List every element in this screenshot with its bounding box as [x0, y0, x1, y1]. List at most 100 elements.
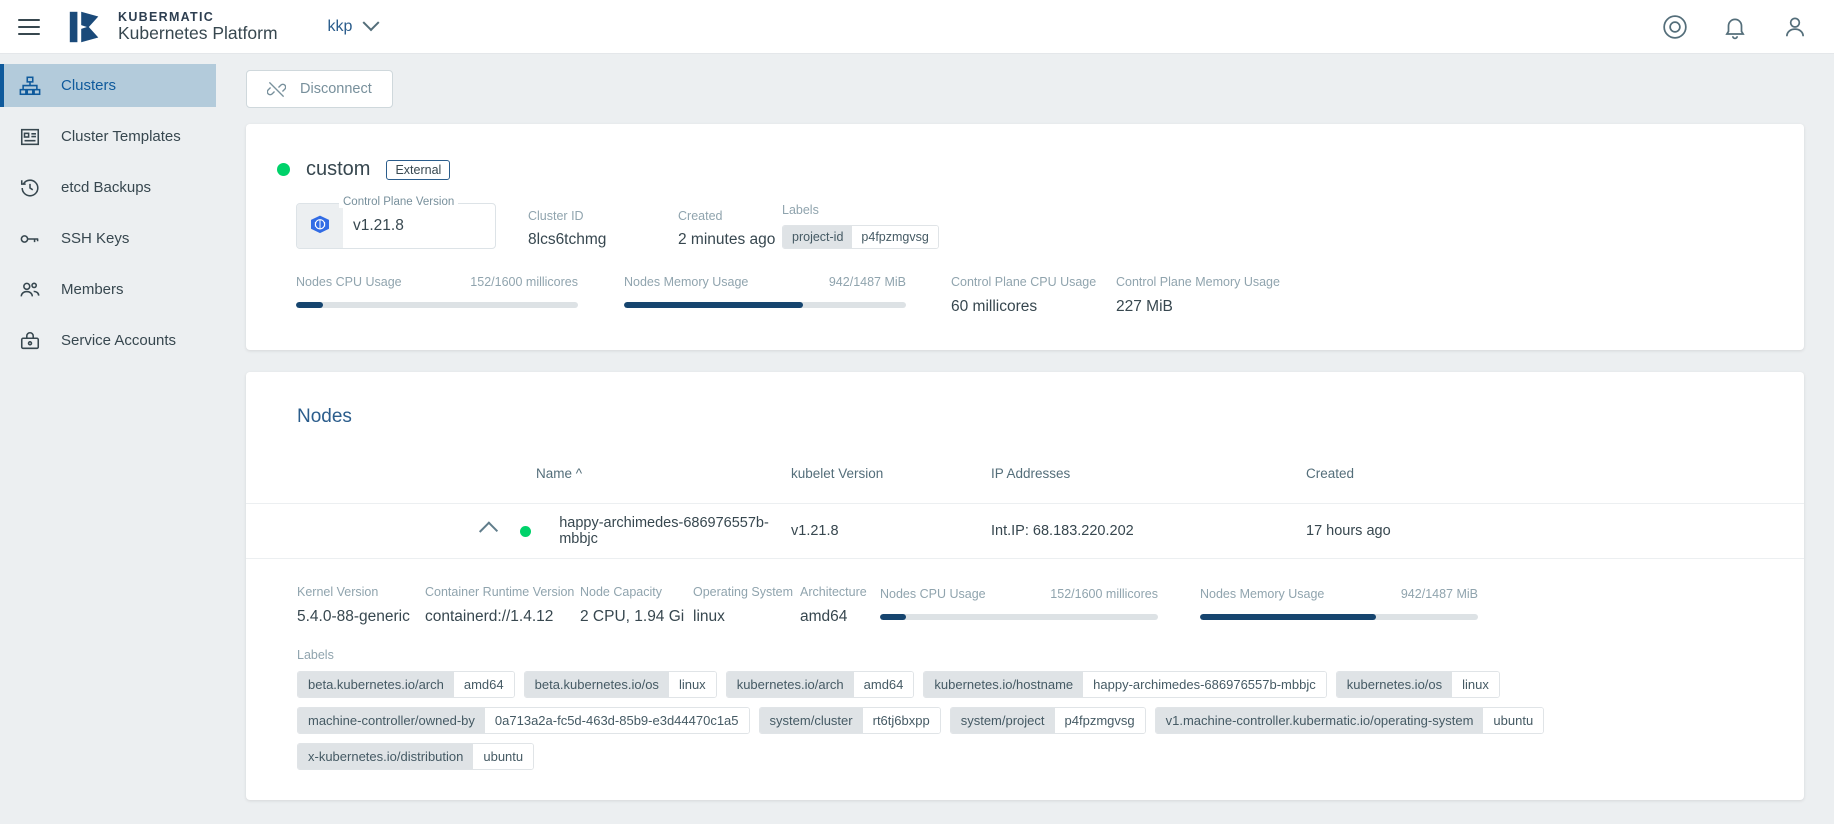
nodes-title: Nodes	[297, 406, 352, 427]
sidebar-item-ssh-keys[interactable]: SSH Keys	[0, 217, 216, 260]
detail-node-capacity: Node Capacity 2 CPU, 1.94 Gi	[580, 585, 693, 626]
label-chip-value: rt6tj6bxpp	[862, 708, 940, 733]
chevron-down-icon	[362, 13, 380, 31]
key-icon	[18, 227, 42, 251]
metric-control-plane-memory-usage: Control Plane Memory Usage 227 MiB	[1116, 275, 1281, 316]
brand-name-top: KUBERMATIC	[118, 9, 215, 24]
label-chip[interactable]: x-kubernetes.io/distribution ubuntu	[297, 743, 535, 770]
label-chip[interactable]: kubernetes.io/hostname happy-archimedes-6…	[923, 671, 1327, 698]
label-chip-value: amd64	[853, 672, 914, 697]
cluster-type-badge: External	[386, 159, 451, 180]
main-content: Disconnect custom External Control Plane…	[216, 54, 1834, 824]
sidebar-item-clusters[interactable]: Clusters	[0, 64, 216, 107]
detail-kernel-version: Kernel Version 5.4.0-88-generic	[297, 585, 425, 626]
detail-value: amd64	[800, 608, 848, 625]
sidebar-item-cluster-templates[interactable]: Cluster Templates	[0, 115, 216, 158]
metric-bar	[296, 302, 578, 308]
detail-value: 5.4.0-88-generic	[297, 608, 410, 625]
cluster-meta: Control Plane Version v1.21.8 Cluster ID	[246, 181, 1804, 249]
sidebar-item-label: Cluster Templates	[61, 128, 181, 145]
detail-container-runtime-version: Container Runtime Version containerd://1…	[425, 585, 580, 626]
label-chip[interactable]: kubernetes.io/arch amd64	[725, 671, 915, 698]
label-chip[interactable]: beta.kubernetes.io/os linux	[523, 671, 717, 698]
disconnect-button[interactable]: Disconnect	[246, 70, 393, 108]
detail-metric-nodes-cpu-usage: Nodes CPU Usage 152/1600 millicores	[880, 585, 1158, 620]
toolbar: Disconnect	[216, 70, 1834, 124]
control-plane-version-field: Control Plane Version v1.21.8	[296, 196, 496, 249]
label-chip-value: amd64	[453, 672, 514, 697]
top-bar-actions	[1662, 14, 1808, 40]
label-chip[interactable]: machine-controller/owned-by 0a713a2a-fc5d…	[297, 707, 750, 734]
node-labels-block: Labels beta.kubernetes.io/arch amd64 beta.…	[246, 626, 1804, 770]
cluster-id-value: 8lcs6tchmg	[528, 231, 607, 248]
help-circle-icon[interactable]	[1662, 14, 1688, 40]
label-chip-key: kubernetes.io/os	[1336, 672, 1453, 697]
label-chip-key: kubernetes.io/hostname	[924, 672, 1084, 697]
label-chip-key: system/cluster	[759, 708, 863, 733]
brand: KUBERMATIC Kubernetes Platform	[66, 8, 278, 46]
node-ip-addresses: Int.IP: 68.183.220.202	[991, 523, 1134, 539]
kubermatic-logo-icon	[69, 11, 99, 42]
label-chip-key: v1.machine-controller.kubermatic.io/oper…	[1155, 708, 1484, 733]
history-icon	[18, 176, 42, 200]
detail-value: linux	[693, 608, 725, 625]
label-chip-value: p4fpzmgvsg	[1054, 708, 1145, 733]
nodes-card: Nodes Name ^ kubelet Version IP Addresse…	[246, 372, 1804, 800]
label-chip[interactable]: beta.kubernetes.io/arch amd64	[297, 671, 515, 698]
label-chip[interactable]: system/cluster rt6tj6bxpp	[758, 707, 941, 734]
label-chip[interactable]: project-id p4fpzmgvsg	[782, 225, 939, 249]
hamburger-icon[interactable]	[14, 12, 44, 42]
node-labels-chips: beta.kubernetes.io/arch amd64 beta.kuberne…	[297, 671, 1587, 770]
detail-label: Node Capacity	[580, 585, 662, 599]
cluster-labels-field: Labels project-id p4fpzmgvsg	[782, 203, 939, 249]
kubernetes-glyph-icon	[311, 215, 329, 234]
bell-icon[interactable]	[1722, 14, 1748, 40]
cluster-metrics: Nodes CPU Usage 152/1600 millicores Node…	[246, 249, 1804, 350]
label-chip-value: ubuntu	[473, 744, 534, 769]
detail-architecture: Architecture amd64	[800, 585, 880, 626]
label-chip[interactable]: v1.machine-controller.kubermatic.io/oper…	[1154, 707, 1545, 734]
label-chip-key: x-kubernetes.io/distribution	[298, 744, 474, 769]
label-chip[interactable]: kubernetes.io/os linux	[1335, 671, 1500, 698]
metric-value: 152/1600 millicores	[470, 275, 578, 289]
project-selector[interactable]: kkp	[327, 13, 380, 36]
metric-value: 942/1487 MiB	[828, 275, 906, 289]
metric-label: Nodes Memory Usage	[1200, 587, 1325, 601]
detail-label: Architecture	[800, 585, 867, 599]
detail-label: Operating System	[693, 585, 794, 599]
disconnect-icon	[267, 81, 286, 97]
label-chip-key: machine-controller/owned-by	[298, 708, 485, 733]
label-chip-key: system/project	[950, 708, 1055, 733]
column-header-name[interactable]: Name ^	[246, 466, 791, 481]
chevron-up-icon[interactable]	[478, 521, 499, 541]
account-icon[interactable]	[1782, 14, 1808, 40]
sidebar-item-etcd-backups[interactable]: etcd Backups	[0, 166, 216, 209]
label-chip-key: beta.kubernetes.io/os	[524, 672, 669, 697]
sidebar-item-service-accounts[interactable]: Service Accounts	[0, 319, 216, 362]
sidebar-item-members[interactable]: Members	[0, 268, 216, 311]
node-created: 17 hours ago	[1306, 523, 1391, 539]
node-name-cell: happy-archimedes-686976557b-mbbjc	[246, 515, 791, 547]
metric-value: 60 millicores	[951, 298, 1038, 315]
detail-label: Kernel Version	[297, 585, 379, 599]
table-row[interactable]: happy-archimedes-686976557b-mbbjc v1.21.…	[246, 503, 1804, 559]
metric-label: Control Plane Memory Usage	[1116, 275, 1280, 289]
metric-label: Nodes CPU Usage	[880, 587, 986, 601]
cluster-summary-card: custom External Control Plane Version v1…	[246, 124, 1804, 350]
metric-value: 152/1600 millicores	[1050, 587, 1158, 601]
cluster-created-value: 2 minutes ago	[678, 231, 776, 248]
label-chip-key: beta.kubernetes.io/arch	[298, 672, 454, 697]
metric-value: 227 MiB	[1116, 298, 1173, 315]
label-chip-key: project-id	[783, 226, 853, 248]
label-chip-value: linux	[668, 672, 716, 697]
node-details-fields: Kernel Version 5.4.0-88-generic Containe…	[246, 585, 1804, 626]
metric-label: Nodes Memory Usage	[624, 275, 749, 289]
node-kubelet-version: v1.21.8	[791, 523, 839, 539]
cluster-header: custom External	[246, 124, 1804, 181]
sidebar-item-label: SSH Keys	[61, 230, 130, 247]
members-icon	[18, 278, 42, 302]
label-chip[interactable]: system/project p4fpzmgvsg	[949, 707, 1146, 734]
cluster-created-field: Created 2 minutes ago	[678, 209, 782, 249]
label-chip-value: p4fpzmgvsg	[852, 226, 938, 248]
project-selector-label: kkp	[327, 17, 353, 35]
